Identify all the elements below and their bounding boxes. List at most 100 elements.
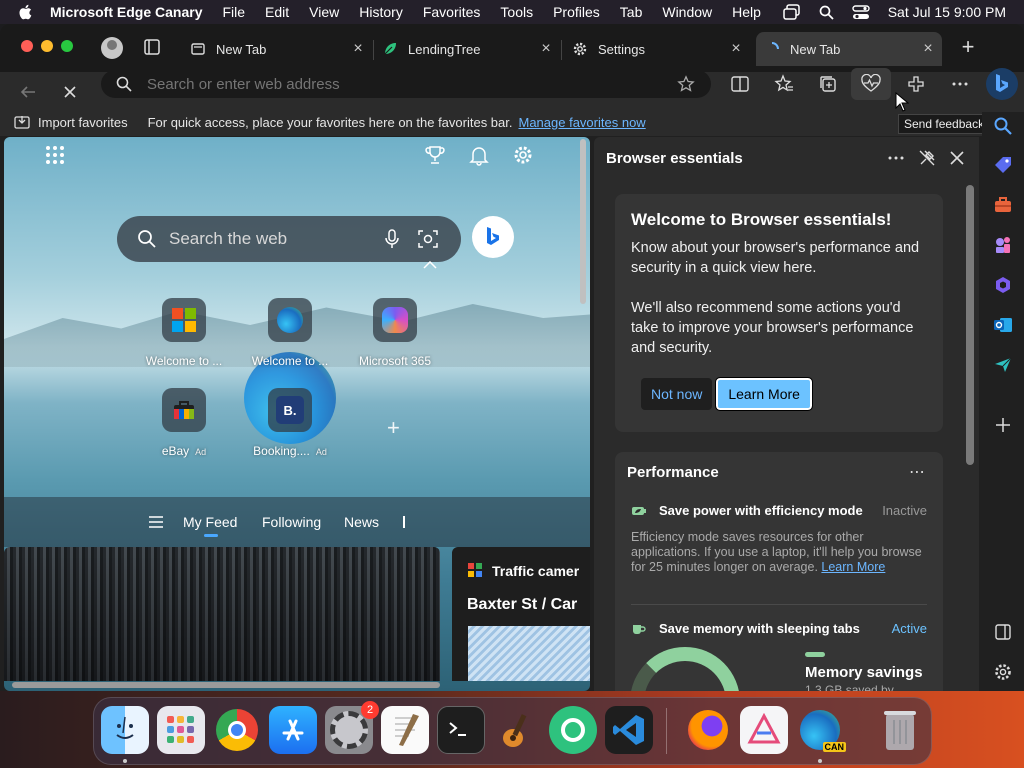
vertical-scrollbar[interactable] bbox=[580, 139, 586, 304]
web-search-box[interactable]: Search the web bbox=[117, 216, 461, 262]
efficiency-learn-more-link[interactable]: Learn More bbox=[821, 560, 885, 574]
split-screen-icon[interactable] bbox=[730, 74, 750, 94]
trash-icon[interactable] bbox=[876, 706, 924, 754]
finder-icon[interactable] bbox=[101, 706, 149, 754]
affinity-icon[interactable] bbox=[740, 706, 788, 754]
favorites-icon[interactable] bbox=[774, 74, 794, 94]
import-favorites-button[interactable]: Import favorites bbox=[14, 115, 128, 130]
games-chess-icon[interactable] bbox=[993, 235, 1013, 255]
feed-tab-news[interactable]: News bbox=[344, 514, 379, 530]
window-switcher-icon[interactable] bbox=[782, 4, 801, 20]
add-quick-link-icon[interactable]: + bbox=[387, 415, 400, 441]
menu-history[interactable]: History bbox=[359, 4, 403, 20]
unpin-icon[interactable] bbox=[918, 149, 936, 167]
quick-link-tile[interactable]: Welcome to ... bbox=[144, 298, 224, 368]
page-settings-gear-icon[interactable] bbox=[512, 144, 534, 166]
menu-favorites[interactable]: Favorites bbox=[423, 4, 481, 20]
system-settings-icon[interactable]: 2 bbox=[325, 701, 379, 754]
bing-chat-button[interactable] bbox=[472, 216, 514, 258]
close-tab-icon[interactable]: × bbox=[728, 40, 744, 57]
learn-more-button[interactable]: Learn More bbox=[715, 377, 813, 411]
app-name[interactable]: Microsoft Edge Canary bbox=[50, 4, 202, 20]
horizontal-scrollbar[interactable] bbox=[12, 682, 440, 688]
garageband-icon[interactable] bbox=[493, 706, 541, 754]
browser-essentials-button[interactable] bbox=[851, 68, 891, 100]
close-tab-icon[interactable]: × bbox=[538, 40, 554, 57]
close-panel-icon[interactable] bbox=[948, 149, 966, 167]
panel-more-options-icon[interactable] bbox=[887, 149, 905, 167]
menu-profiles[interactable]: Profiles bbox=[553, 4, 600, 20]
news-card-image[interactable] bbox=[4, 547, 440, 681]
app-launcher-icon[interactable] bbox=[44, 144, 66, 166]
bing-copilot-button[interactable] bbox=[986, 68, 1018, 100]
feed-tab-my-feed[interactable]: My Feed bbox=[183, 514, 237, 530]
panel-scrollbar[interactable] bbox=[966, 185, 974, 465]
tab-settings[interactable]: Settings × bbox=[572, 32, 744, 66]
quick-link-tile[interactable]: B. Booking.... Ad bbox=[250, 388, 330, 458]
menu-window[interactable]: Window bbox=[662, 4, 712, 20]
back-arrow-icon[interactable] bbox=[18, 82, 38, 102]
vscode-icon[interactable] bbox=[605, 706, 653, 754]
spotlight-search-icon[interactable] bbox=[819, 5, 834, 20]
edge-canary-dock-icon[interactable]: CAN bbox=[796, 706, 846, 754]
add-sidebar-app-icon[interactable] bbox=[993, 415, 1013, 435]
address-bar[interactable] bbox=[101, 70, 711, 98]
close-tab-icon[interactable]: × bbox=[920, 40, 936, 57]
textedit-icon[interactable] bbox=[381, 706, 429, 754]
sidebar-settings-gear-icon[interactable] bbox=[993, 662, 1013, 682]
menu-file[interactable]: File bbox=[222, 4, 245, 20]
outlook-icon[interactable] bbox=[993, 315, 1013, 335]
find-my-icon[interactable] bbox=[549, 706, 597, 754]
notifications-bell-icon[interactable] bbox=[468, 144, 490, 166]
app-store-icon[interactable] bbox=[269, 706, 317, 754]
new-tab-button[interactable]: + bbox=[958, 36, 978, 58]
feed-tab-following[interactable]: Following bbox=[262, 514, 321, 530]
shopping-tag-icon[interactable] bbox=[993, 155, 1013, 175]
manage-favorites-link[interactable]: Manage favorites now bbox=[519, 115, 646, 130]
menu-edit[interactable]: Edit bbox=[265, 4, 289, 20]
close-window-button[interactable] bbox=[21, 40, 33, 52]
apple-icon[interactable] bbox=[18, 4, 32, 20]
efficiency-mode-row[interactable]: Save power with efficiency mode Inactive… bbox=[631, 503, 927, 575]
firefox-icon[interactable] bbox=[684, 706, 732, 754]
menubar-clock[interactable]: Sat Jul 15 9:00 PM bbox=[888, 4, 1006, 20]
menu-tools[interactable]: Tools bbox=[500, 4, 533, 20]
quick-link-tile[interactable]: Microsoft 365 bbox=[355, 298, 435, 368]
tab-new-tab-active[interactable]: New Tab × bbox=[756, 32, 942, 66]
chevron-up-icon[interactable] bbox=[423, 261, 437, 269]
menu-view[interactable]: View bbox=[309, 4, 339, 20]
address-input[interactable] bbox=[147, 75, 667, 93]
extensions-icon[interactable] bbox=[906, 74, 926, 94]
terminal-icon[interactable] bbox=[437, 706, 485, 754]
collections-icon[interactable] bbox=[818, 74, 838, 94]
favorite-star-icon[interactable] bbox=[677, 75, 695, 93]
visual-search-icon[interactable] bbox=[417, 228, 439, 250]
sidebar-search-icon[interactable] bbox=[993, 116, 1013, 136]
microsoft-365-icon[interactable] bbox=[993, 275, 1013, 295]
close-tab-icon[interactable]: × bbox=[350, 40, 366, 57]
more-options-icon[interactable] bbox=[950, 74, 970, 94]
profile-avatar[interactable] bbox=[101, 37, 123, 59]
tools-briefcase-icon[interactable] bbox=[993, 195, 1013, 215]
tab-actions-icon[interactable] bbox=[143, 38, 161, 56]
drop-send-icon[interactable] bbox=[993, 355, 1013, 375]
launchpad-icon[interactable] bbox=[157, 706, 205, 754]
hamburger-menu-icon[interactable] bbox=[148, 515, 164, 529]
sleeping-tabs-row[interactable]: Save memory with sleeping tabs Active bbox=[631, 621, 927, 636]
menu-help[interactable]: Help bbox=[732, 4, 761, 20]
chrome-icon[interactable] bbox=[213, 706, 261, 754]
microphone-icon[interactable] bbox=[384, 228, 400, 250]
quick-link-tile[interactable]: Welcome to ... bbox=[250, 298, 330, 368]
menu-tab[interactable]: Tab bbox=[620, 4, 643, 20]
tab-lendingtree[interactable]: LendingTree × bbox=[382, 32, 554, 66]
rewards-trophy-icon[interactable] bbox=[424, 144, 446, 166]
minimize-window-button[interactable] bbox=[41, 40, 53, 52]
hide-sidebar-icon[interactable] bbox=[993, 622, 1013, 642]
tab-new-tab-1[interactable]: New Tab × bbox=[190, 32, 366, 66]
performance-more-icon[interactable]: ⋯ bbox=[909, 462, 925, 482]
quick-link-tile[interactable]: eBay Ad bbox=[144, 388, 224, 458]
control-center-icon[interactable] bbox=[852, 4, 870, 20]
news-card-traffic[interactable]: Traffic camer Baxter St / Car bbox=[452, 547, 590, 681]
not-now-button[interactable]: Not now bbox=[641, 378, 713, 410]
stop-loading-icon[interactable] bbox=[60, 82, 80, 102]
